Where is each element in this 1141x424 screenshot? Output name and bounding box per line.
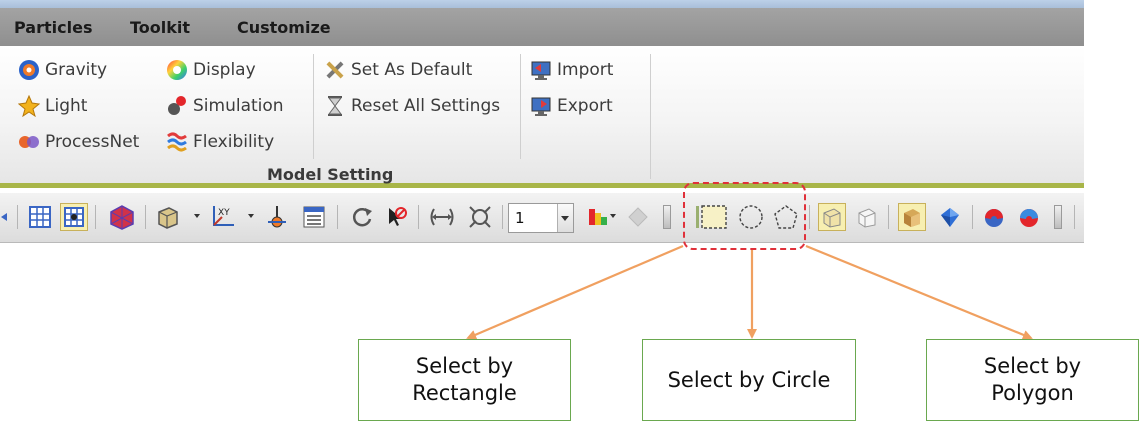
arrow-to-polygon [805, 244, 1033, 340]
callout-select-by-circle: Select by Circle [642, 339, 856, 421]
callout-select-by-polygon: Select by Polygon [926, 339, 1139, 421]
callout-select-by-rectangle: Select by Rectangle [358, 339, 571, 421]
arrow-to-rectangle [466, 244, 684, 340]
